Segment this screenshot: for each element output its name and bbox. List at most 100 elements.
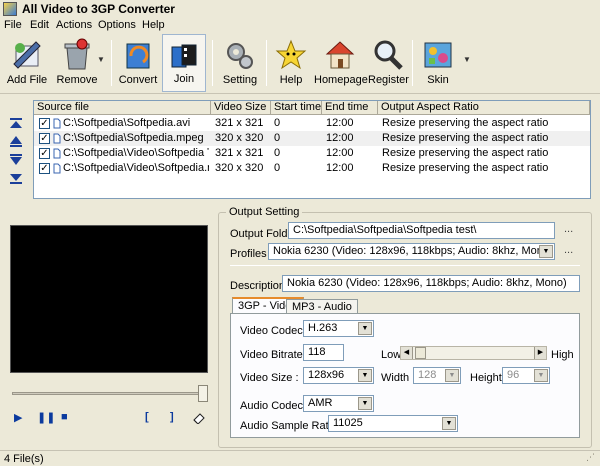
table-row[interactable]: ✓ C:\Softpedia\Video\Softpedia Teste... … xyxy=(34,146,590,161)
setting-button[interactable]: Setting xyxy=(218,34,262,92)
slider-right-icon[interactable]: ▶ xyxy=(534,347,546,359)
menu-options[interactable]: Options xyxy=(98,19,136,31)
chevron-down-icon[interactable]: ▼ xyxy=(358,369,372,382)
row-checkbox[interactable]: ✓ xyxy=(39,133,50,144)
video-preview xyxy=(10,225,208,373)
app-icon xyxy=(3,2,17,16)
skin-dropdown-icon[interactable]: ▼ xyxy=(463,55,471,64)
resize-grip-icon[interactable]: ⋰ xyxy=(586,452,595,463)
video-size-label: Video Size : xyxy=(240,372,299,384)
audio-sample-rate-value: 11025 xyxy=(333,417,363,429)
window-title: All Video to 3GP Converter xyxy=(22,2,175,16)
menu-help[interactable]: Help xyxy=(142,19,165,31)
description-field[interactable]: Nokia 6230 (Video: 128x96, 118kbps; Audi… xyxy=(282,275,580,292)
convert-button[interactable]: Convert xyxy=(116,34,160,92)
mark-in-icon[interactable]: [ xyxy=(145,411,149,423)
toolbar-separator xyxy=(266,40,267,86)
seek-track[interactable] xyxy=(12,392,208,395)
homepage-button[interactable]: Homepage xyxy=(314,34,368,92)
output-folder-field[interactable]: C:\Softpedia\Softpedia\Softpedia test\ xyxy=(288,222,555,239)
row-size: 320 x 320 xyxy=(215,162,264,174)
video-bitrate-label: Video Bitrate: xyxy=(240,349,306,361)
profiles-value: Nokia 6230 (Video: 128x96, 118kbps; Audi… xyxy=(273,245,553,257)
file-count: 4 File(s) xyxy=(4,453,44,465)
convert-icon xyxy=(126,43,150,69)
row-checkbox[interactable]: ✓ xyxy=(39,148,50,159)
group-title: Output Setting xyxy=(226,206,303,218)
play-icon[interactable]: ▶ xyxy=(14,411,22,424)
skin-palette-icon xyxy=(424,42,452,68)
magnifier-icon xyxy=(374,40,403,70)
video-codec-select[interactable]: H.263 ▼ xyxy=(303,320,374,337)
row-file: C:\Softpedia\Softpedia.avi xyxy=(63,117,191,129)
file-list[interactable]: Source file Video Size Start time End ti… xyxy=(33,100,591,199)
slider-thumb[interactable] xyxy=(415,347,426,359)
status-bar: 4 File(s) ⋰ xyxy=(0,450,600,466)
row-start: 0 xyxy=(274,117,281,129)
column-header-end-time[interactable]: End time xyxy=(322,101,378,115)
divider xyxy=(230,265,580,266)
row-size: 321 x 321 xyxy=(215,147,264,159)
eraser-icon[interactable] xyxy=(192,412,206,424)
chevron-down-icon[interactable]: ▼ xyxy=(358,322,372,335)
height-value: 96 xyxy=(507,369,520,381)
column-header-source[interactable]: Source file xyxy=(34,101,211,115)
move-top-icon[interactable] xyxy=(9,117,23,129)
table-row[interactable]: ✓ C:\Softpedia\Softpedia.mpeg 320 x 320 … xyxy=(34,131,590,146)
browse-profile-button[interactable]: ... xyxy=(564,244,573,256)
move-up-icon[interactable] xyxy=(9,135,23,147)
file-icon xyxy=(53,163,61,174)
audio-sample-rate-select[interactable]: 11025 ▼ xyxy=(328,415,458,432)
low-label: Low xyxy=(381,349,402,361)
menu-bar: File Edit Actions Options Help xyxy=(0,19,600,34)
audio-codec-select[interactable]: AMR ▼ xyxy=(303,395,374,412)
browse-folder-button[interactable]: ... xyxy=(564,223,573,235)
column-header-video-size[interactable]: Video Size xyxy=(211,101,271,115)
chevron-down-icon: ▼ xyxy=(445,369,459,382)
remove-dropdown-icon[interactable]: ▼ xyxy=(97,55,105,64)
toolbar-separator xyxy=(212,40,213,86)
title-bar: All Video to 3GP Converter xyxy=(0,0,600,19)
column-header-start-time[interactable]: Start time xyxy=(271,101,322,115)
chevron-down-icon[interactable]: ▼ xyxy=(358,397,372,410)
row-checkbox[interactable]: ✓ xyxy=(39,163,50,174)
stop-icon[interactable]: ■ xyxy=(61,411,68,423)
file-icon xyxy=(53,133,61,144)
add-file-button[interactable]: Add File xyxy=(4,34,50,92)
move-down-icon[interactable] xyxy=(9,154,23,166)
audio-sample-rate-label: Audio Sample Rate : xyxy=(240,420,341,432)
bitrate-slider[interactable]: ◀ ▶ xyxy=(400,346,547,360)
pause-icon[interactable]: ❚❚ xyxy=(37,411,55,424)
trash-icon xyxy=(64,38,90,70)
video-size-select[interactable]: 128x96 ▼ xyxy=(303,367,374,384)
row-end: 12:00 xyxy=(326,162,354,174)
table-row[interactable]: ✓ C:\Softpedia\Softpedia.avi 321 x 321 0… xyxy=(34,116,590,131)
register-button[interactable]: Register xyxy=(368,34,409,92)
video-bitrate-field[interactable]: 118 xyxy=(303,344,344,361)
seek-thumb[interactable] xyxy=(198,385,208,402)
file-icon xyxy=(53,148,61,159)
video-codec-label: Video Codec : xyxy=(240,325,309,337)
file-icon xyxy=(53,118,61,129)
slider-left-icon[interactable]: ◀ xyxy=(401,347,413,359)
column-header-aspect-ratio[interactable]: Output Aspect Ratio xyxy=(378,101,590,115)
menu-file[interactable]: File xyxy=(4,19,22,31)
table-row[interactable]: ✓ C:\Softpedia\Video\Softpedia.mpeg 320 … xyxy=(34,161,590,176)
skin-button[interactable]: Skin xyxy=(416,34,460,92)
mark-out-icon[interactable]: ] xyxy=(170,411,174,423)
chevron-down-icon[interactable]: ▼ xyxy=(442,417,456,430)
join-button[interactable]: Join xyxy=(162,34,206,92)
help-button[interactable]: Help xyxy=(270,34,312,92)
row-end: 12:00 xyxy=(326,117,354,129)
audio-codec-value: AMR xyxy=(308,397,333,409)
menu-edit[interactable]: Edit xyxy=(30,19,49,31)
move-bottom-icon[interactable] xyxy=(9,173,23,185)
add-file-icon xyxy=(13,41,41,69)
toolbar-separator xyxy=(111,40,112,86)
row-checkbox[interactable]: ✓ xyxy=(39,118,50,129)
menu-actions[interactable]: Actions xyxy=(56,19,92,31)
high-label: High xyxy=(551,349,574,361)
remove-button[interactable]: Remove xyxy=(54,34,100,92)
profiles-select[interactable]: Nokia 6230 (Video: 128x96, 118kbps; Audi… xyxy=(268,243,555,260)
chevron-down-icon[interactable]: ▼ xyxy=(539,245,553,258)
